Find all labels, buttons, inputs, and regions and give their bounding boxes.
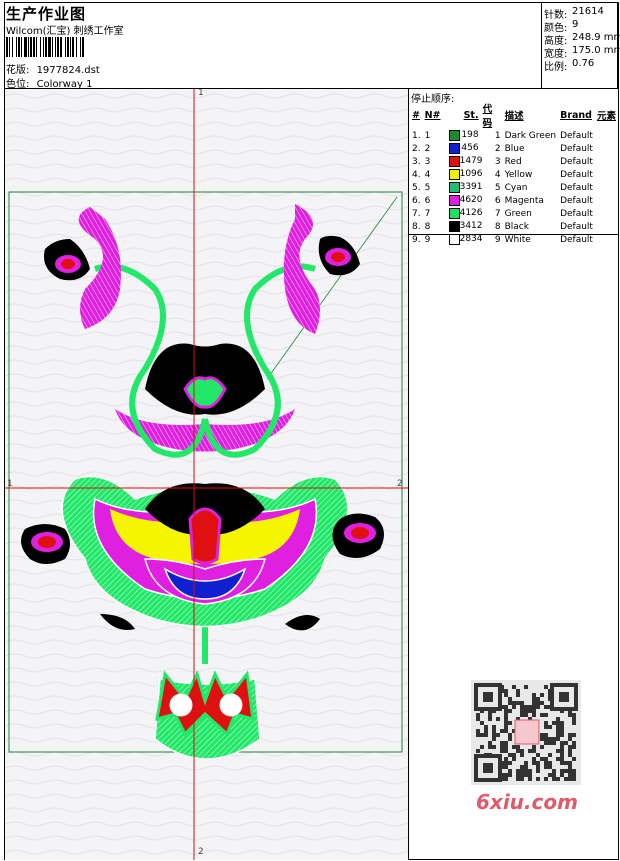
row-stitches: 1479 (459, 156, 483, 166)
row-code: 6 (494, 195, 501, 206)
color-swatch (448, 221, 460, 232)
row-description: Cyan (504, 182, 528, 193)
color-swatch (448, 234, 460, 245)
design-canvas: 1 2 1 2 (5, 89, 408, 860)
row-brand: Default (560, 221, 593, 232)
row-number: 2. (412, 143, 421, 154)
table-row: 8. 8 3412 8 Black Default (410, 220, 618, 233)
table-header-row: # N# St. 代码 描述 Brand 元素 (412, 104, 616, 129)
row-needle: 5 (424, 182, 431, 193)
stop-sequence-table: # N# St. 代码 描述 Brand 元素 1. 1 198 1 Dark Gree… (410, 101, 618, 246)
row-number: 5. (412, 182, 421, 193)
row-element (595, 142, 618, 155)
table-row: 7. 7 4126 7 Green Default (410, 207, 618, 220)
row-brand: Default (560, 195, 593, 206)
row-description: Red (504, 156, 522, 167)
row-number: 8. (412, 221, 421, 232)
row-description: Yellow (504, 169, 533, 180)
row-stitches: 3391 (459, 182, 483, 192)
axis-label-bottom: 2 (198, 847, 204, 857)
table-row: 3. 3 1479 3 Red Default (410, 155, 618, 168)
table-row: 5. 5 3391 5 Cyan Default (410, 181, 618, 194)
row-needle: 1 (424, 130, 431, 141)
color-swatch (448, 182, 460, 193)
row-stitches: 3412 (459, 221, 483, 231)
row-number: 7. (412, 208, 421, 219)
table-row: 2. 2 456 2 Blue Default (410, 142, 618, 155)
row-brand: Default (560, 143, 593, 154)
row-code: 7 (494, 208, 501, 219)
row-needle: 9 (424, 234, 431, 245)
row-element (595, 220, 618, 233)
row-description: White (504, 234, 531, 245)
row-element (595, 207, 618, 220)
color-swatch (448, 169, 460, 180)
base-dot-right (219, 693, 243, 717)
color-swatch (448, 156, 460, 167)
axis-label-right: 2 (397, 479, 403, 489)
row-brand: Default (560, 130, 593, 141)
color-swatch (448, 208, 460, 219)
row-stitches: 1096 (459, 169, 483, 179)
row-description: Black (504, 221, 529, 232)
table-row: 4. 4 1096 4 Yellow Default (410, 168, 618, 181)
row-needle: 4 (424, 169, 431, 180)
table-row: 9. 9 2834 9 White Default (410, 233, 618, 246)
table-row: 1. 1 198 1 Dark Green Default (410, 129, 618, 142)
row-element (595, 181, 618, 194)
row-needle: 2 (424, 143, 431, 154)
color-swatch (448, 130, 460, 141)
row-element (595, 168, 618, 181)
row-code: 1 (494, 130, 501, 141)
row-stitches: 198 (461, 130, 479, 140)
base-dot-left (169, 693, 193, 717)
color-swatch (448, 195, 460, 206)
row-needle: 6 (424, 195, 431, 206)
row-stitches: 4620 (459, 195, 483, 205)
qr-code-watermark (471, 680, 581, 785)
row-element (595, 155, 618, 168)
row-brand: Default (560, 182, 593, 193)
row-needle: 3 (424, 156, 431, 167)
row-stitches: 456 (461, 143, 479, 153)
row-brand: Default (560, 156, 593, 167)
row-number: 6. (412, 195, 421, 206)
row-needle: 7 (424, 208, 431, 219)
row-brand: Default (560, 234, 593, 245)
row-stitches: 4126 (459, 208, 483, 218)
axis-label-top: 1 (198, 89, 204, 98)
table-row: 6. 6 4620 6 Magenta Default (410, 194, 618, 207)
row-number: 9. (412, 234, 421, 245)
row-brand: Default (560, 208, 593, 219)
axis-label-left: 1 (7, 479, 13, 489)
row-code: 2 (494, 143, 501, 154)
row-description: Magenta (504, 195, 544, 206)
row-description: Dark Green (504, 130, 557, 141)
row-brand: Default (560, 169, 593, 180)
row-number: 4. (412, 169, 421, 180)
row-number: 1. (412, 130, 421, 141)
embroidery-design (5, 89, 408, 860)
row-code: 8 (494, 221, 501, 232)
row-code: 5 (494, 182, 501, 193)
row-number: 3. (412, 156, 421, 167)
color-swatch (448, 143, 460, 154)
row-needle: 8 (424, 221, 431, 232)
row-element (595, 129, 618, 142)
row-description: Green (504, 208, 532, 219)
row-code: 9 (494, 234, 501, 245)
side-flower-right (332, 513, 384, 558)
row-code: 3 (494, 156, 501, 167)
row-element (595, 233, 618, 246)
row-description: Blue (504, 143, 525, 154)
qr-seal (514, 719, 540, 745)
row-stitches: 2834 (459, 234, 483, 244)
row-element (595, 194, 618, 207)
row-code: 4 (494, 169, 501, 180)
watermark-text: 6xiu.com (476, 790, 578, 814)
